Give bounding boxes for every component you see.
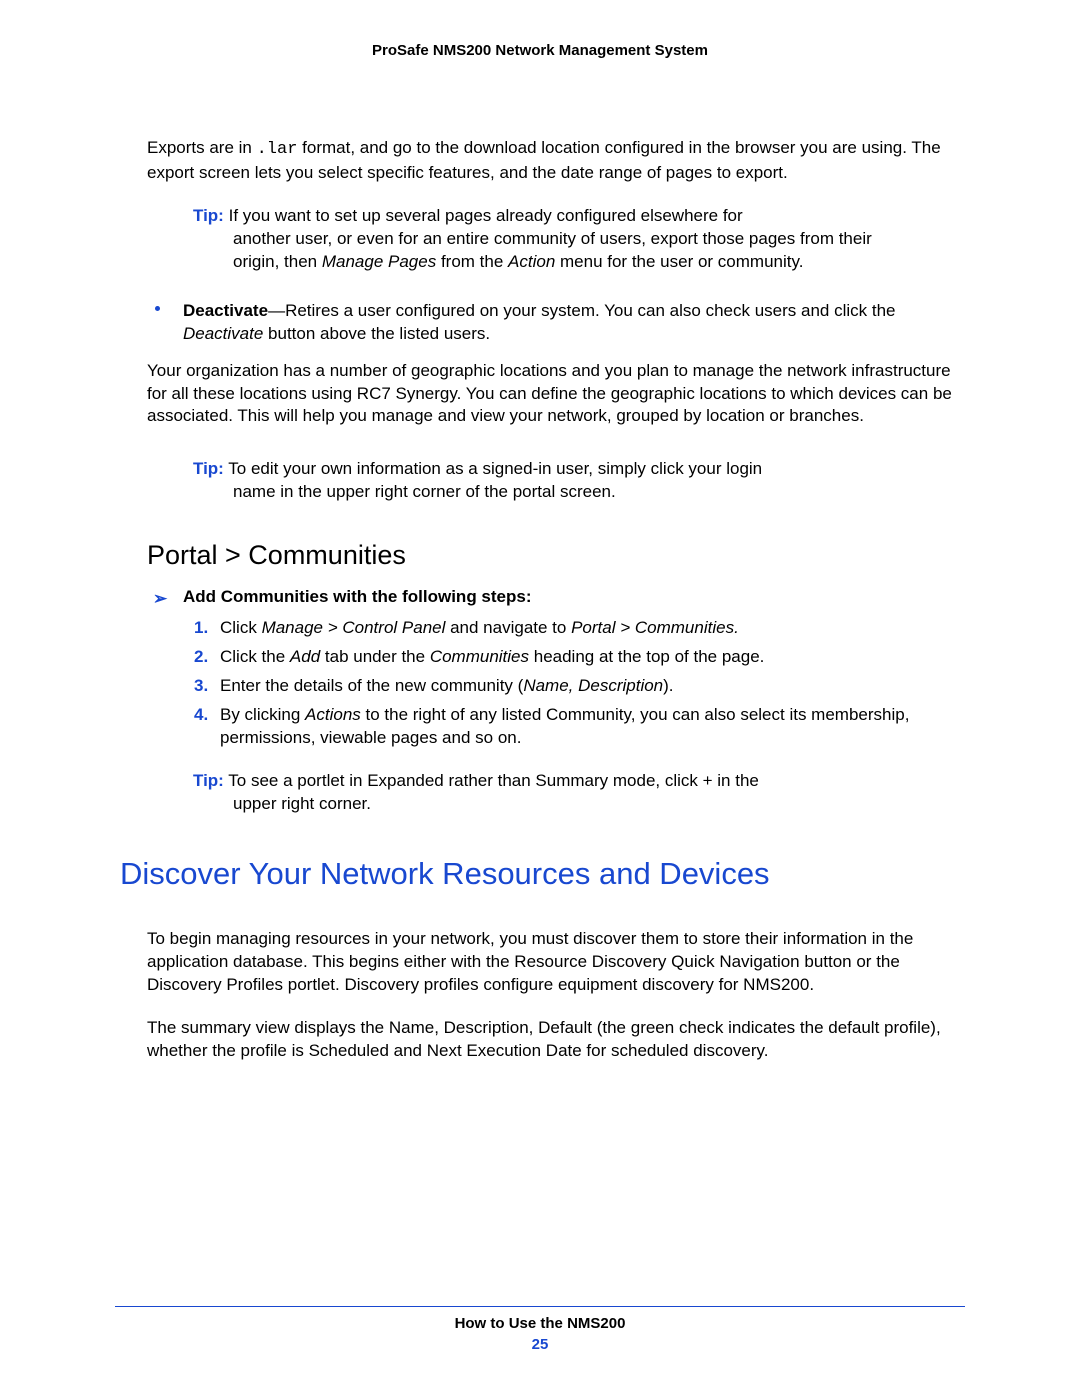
text-italic: Manage Pages xyxy=(322,252,436,271)
bullet-item: Deactivate—Retires a user configured on … xyxy=(183,300,959,346)
footer-rule xyxy=(115,1306,965,1307)
text-italic: Manage > Control Panel xyxy=(262,618,446,637)
text: and navigate to xyxy=(445,618,571,637)
tip-continuation: name in the upper right corner of the po… xyxy=(233,481,905,504)
text: Click the xyxy=(220,647,290,666)
tip-text: To edit your own information as a signed… xyxy=(228,459,762,478)
list-item: 2. Click the Add tab under the Communiti… xyxy=(220,646,959,669)
tip-block: Tip: To edit your own information as a s… xyxy=(193,458,905,504)
bullet-icon xyxy=(155,306,160,311)
main-heading: Discover Your Network Resources and Devi… xyxy=(120,856,965,892)
sub-heading: Portal > Communities xyxy=(147,540,965,571)
list-item: 4. By clicking Actions to the right of a… xyxy=(220,704,959,750)
tip-text: To see a portlet in Expanded rather than… xyxy=(228,771,759,790)
bullet-label: Deactivate xyxy=(183,301,268,320)
step-number: 2. xyxy=(194,646,208,669)
text-italic: Portal > Communities. xyxy=(571,618,739,637)
text-italic: Deactivate xyxy=(183,324,263,343)
text: button above the listed users. xyxy=(263,324,490,343)
text-italic: Actions xyxy=(305,705,361,724)
text: menu for the user or community. xyxy=(555,252,803,271)
page-footer: How to Use the NMS200 25 xyxy=(115,1306,965,1353)
step-number: 3. xyxy=(194,675,208,698)
text: Exports are in xyxy=(147,138,257,157)
page-number: 25 xyxy=(115,1336,965,1353)
list-item: 1. Click Manage > Control Panel and navi… xyxy=(220,617,959,640)
text: Click xyxy=(220,618,262,637)
intro-paragraph: Exports are in .lar format, and go to th… xyxy=(147,137,959,185)
code-text: .lar xyxy=(257,140,298,159)
procedure-title: ➢ Add Communities with the following ste… xyxy=(183,587,965,607)
tip-text: If you want to set up several pages alre… xyxy=(229,206,743,225)
paragraph: Your organization has a number of geogra… xyxy=(147,360,959,429)
text: ). xyxy=(663,676,673,695)
step-number: 4. xyxy=(194,704,208,727)
tip-label: Tip: xyxy=(193,459,224,478)
paragraph: The summary view displays the Name, Desc… xyxy=(147,1017,959,1063)
text-italic: Action xyxy=(508,252,555,271)
tip-block: Tip: To see a portlet in Expanded rather… xyxy=(193,770,905,816)
text: Enter the details of the new community ( xyxy=(220,676,523,695)
tip-continuation: another user, or even for an entire comm… xyxy=(233,228,905,274)
text: tab under the xyxy=(320,647,430,666)
step-number: 1. xyxy=(194,617,208,640)
list-item: 3. Enter the details of the new communit… xyxy=(220,675,959,698)
text: —Retires a user configured on your syste… xyxy=(268,301,895,320)
tip-label: Tip: xyxy=(193,206,224,225)
text-italic: Name, Description xyxy=(523,676,663,695)
text-italic: Add xyxy=(290,647,320,666)
text: By clicking xyxy=(220,705,305,724)
text-italic: Communities xyxy=(430,647,529,666)
tip-continuation: upper right corner. xyxy=(233,793,905,816)
procedure-label: Add Communities with the following steps… xyxy=(183,587,532,606)
document-page: ProSafe NMS200 Network Management System… xyxy=(0,0,1080,1397)
tip-block: Tip: If you want to set up several pages… xyxy=(193,205,905,274)
text: from the xyxy=(436,252,508,271)
text: heading at the top of the page. xyxy=(529,647,764,666)
footer-title: How to Use the NMS200 xyxy=(115,1315,965,1332)
arrow-right-icon: ➢ xyxy=(153,589,167,609)
page-header: ProSafe NMS200 Network Management System xyxy=(115,42,965,59)
paragraph: To begin managing resources in your netw… xyxy=(147,928,959,997)
tip-label: Tip: xyxy=(193,771,224,790)
